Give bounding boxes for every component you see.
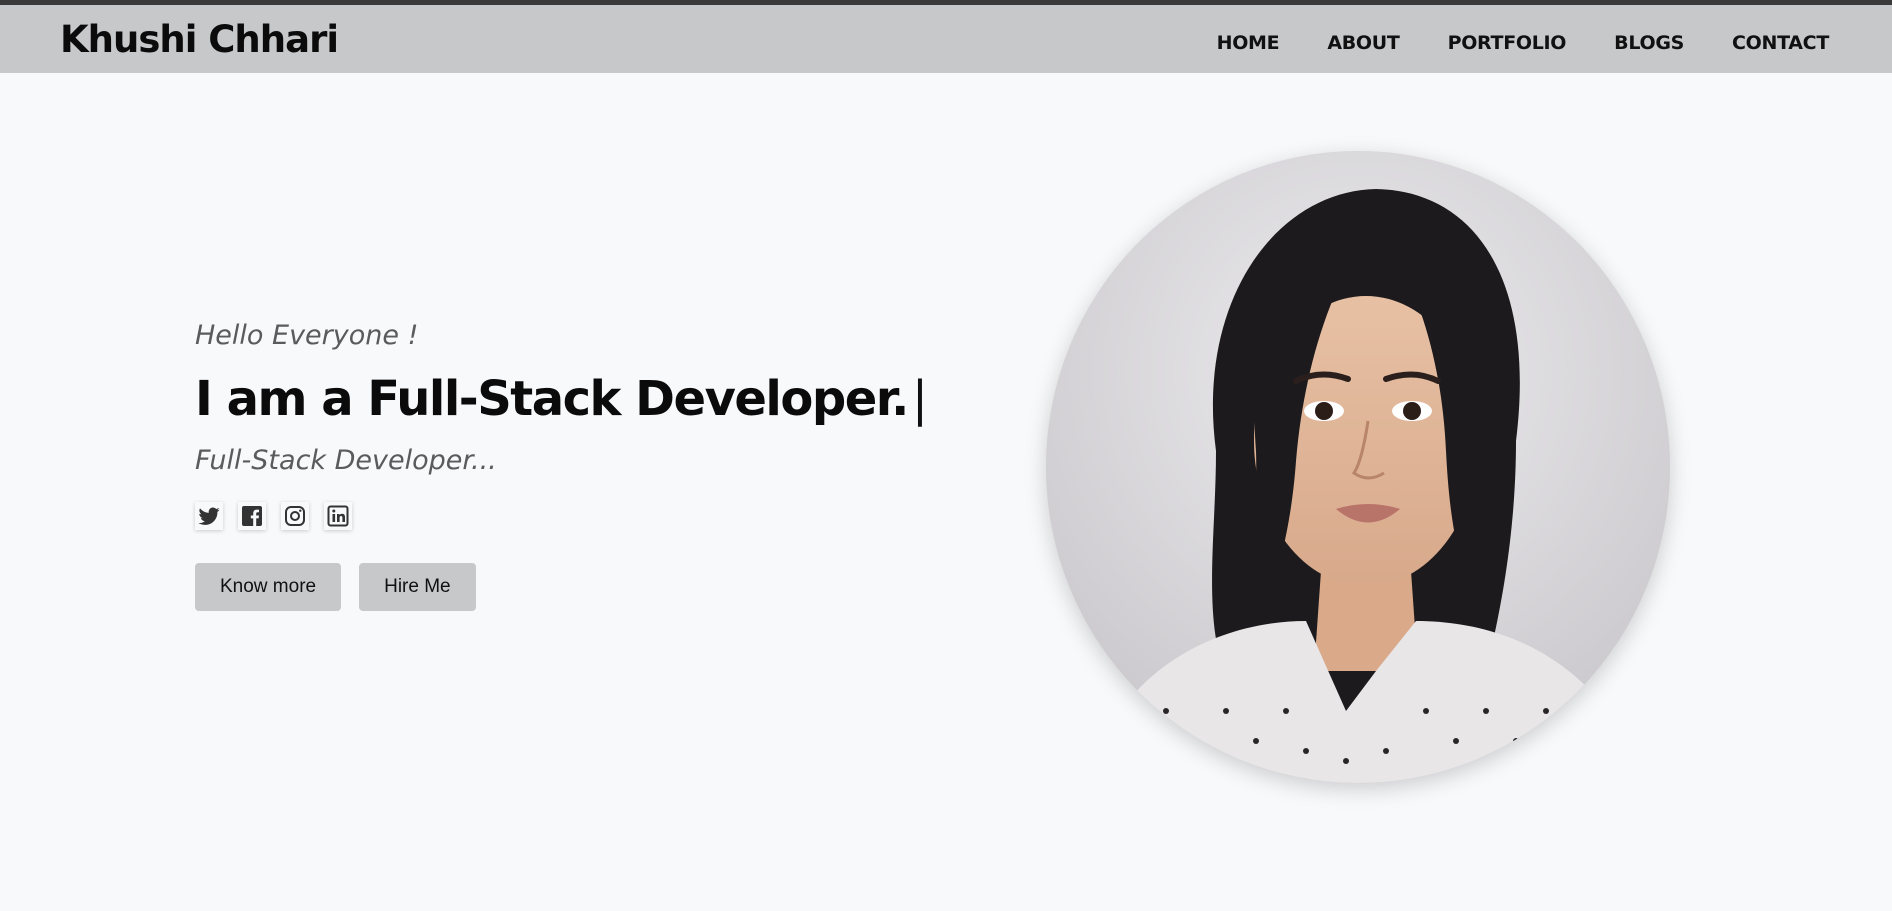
greeting-text: Hello Everyone ! (195, 320, 419, 351)
profile-photo-illustration (1046, 151, 1670, 783)
nav-portfolio-link[interactable]: PORTFOLIO (1448, 32, 1567, 54)
facebook-icon[interactable] (238, 502, 266, 530)
typing-cursor: | (911, 371, 928, 427)
know-more-button[interactable]: Know more (195, 563, 342, 611)
nav-blogs-link[interactable]: BLOGS (1614, 32, 1684, 54)
nav-about-link[interactable]: ABOUT (1327, 32, 1400, 54)
main-nav: HOME ABOUT PORTFOLIO BLOGS CONTACT (1169, 32, 1830, 54)
hero-headline: I am a Full-Stack Developer.| (195, 367, 995, 431)
twitter-icon[interactable] (195, 502, 223, 530)
linkedin-icon[interactable] (324, 502, 352, 530)
role-typing-text: Full-Stack Developer... (195, 445, 497, 476)
hire-me-button[interactable]: Hire Me (359, 563, 476, 611)
social-links (195, 502, 995, 530)
nav-home-link[interactable]: HOME (1217, 32, 1280, 54)
instagram-icon[interactable] (281, 502, 309, 530)
brand-logo-text[interactable]: Khushi Chhari (60, 18, 339, 61)
page: Khushi Chhari HOME ABOUT PORTFOLIO BLOGS… (0, 5, 1892, 911)
nav-contact-link[interactable]: CONTACT (1732, 32, 1829, 54)
hero-actions: Know more Hire Me (195, 563, 995, 611)
navbar: Khushi Chhari HOME ABOUT PORTFOLIO BLOGS… (0, 5, 1892, 73)
profile-photo (1046, 151, 1670, 783)
hero-intro: Hello Everyone ! I am a Full-Stack Devel… (195, 315, 995, 611)
headline-text: I am a Full-Stack Developer. (195, 371, 909, 427)
